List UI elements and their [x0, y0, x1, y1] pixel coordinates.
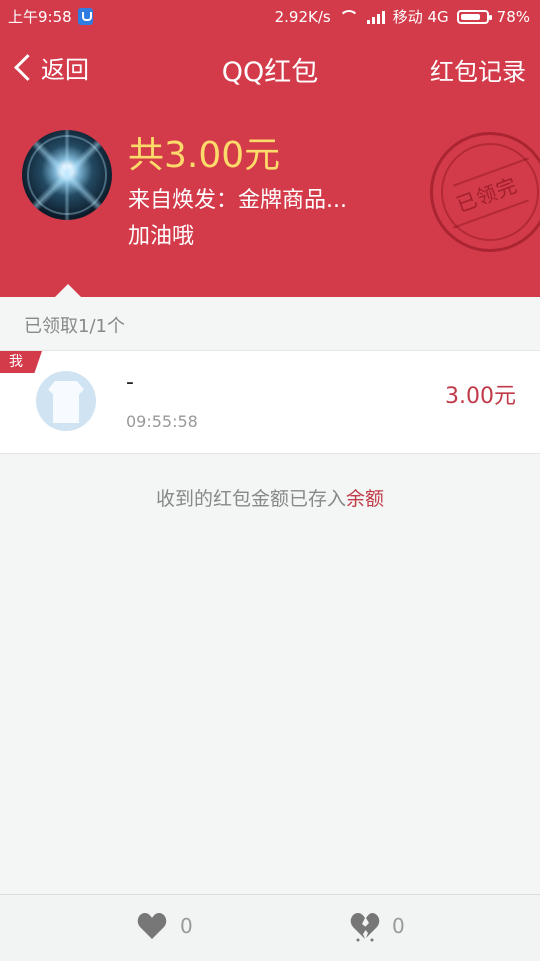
status-bar: 上午9:58 2.92K/s 移动 4G 78%	[0, 0, 540, 32]
carrier-label: 移动 4G	[392, 8, 449, 26]
me-badge: 我	[0, 351, 42, 373]
balance-link[interactable]: 余额	[346, 488, 384, 510]
balance-note-text: 收到的红包金额已存入	[155, 488, 346, 510]
reaction-bar	[0, 894, 540, 961]
receive-time: 09:55:58	[126, 412, 198, 431]
receive-amount: 3.00元	[445, 384, 516, 409]
battery-percent: 78%	[496, 7, 530, 26]
notch-pointer	[54, 284, 82, 298]
packet-message: 加油哦	[128, 224, 195, 249]
receiver-name: -	[126, 370, 134, 395]
total-amount: 共3.00元	[128, 135, 281, 176]
nav-bar: 返回 QQ红包 红包记录	[0, 40, 540, 96]
sender-avatar[interactable]	[22, 130, 112, 220]
wifi-icon	[338, 9, 359, 24]
heart-icon	[137, 913, 167, 939]
dislike-button[interactable]	[350, 912, 380, 942]
network-speed: 2.92K/s	[274, 7, 331, 26]
battery-icon	[456, 9, 492, 24]
shield-icon	[77, 8, 93, 25]
finished-stamp: 已领完	[430, 132, 540, 252]
claimed-summary: 已领取1/1个	[24, 316, 125, 337]
dislike-count: 0	[392, 914, 405, 938]
records-button[interactable]: 红包记录	[430, 52, 526, 87]
sender-line: 来自焕发：金牌商品...	[128, 188, 347, 213]
broken-heart-icon	[350, 913, 380, 942]
avatar[interactable]	[36, 371, 96, 431]
like-button[interactable]	[137, 912, 167, 942]
like-count: 0	[180, 914, 193, 938]
balance-note: 收到的红包金额已存入余额	[0, 484, 540, 511]
status-time: 上午9:58	[8, 8, 72, 26]
signal-icon	[366, 10, 385, 24]
